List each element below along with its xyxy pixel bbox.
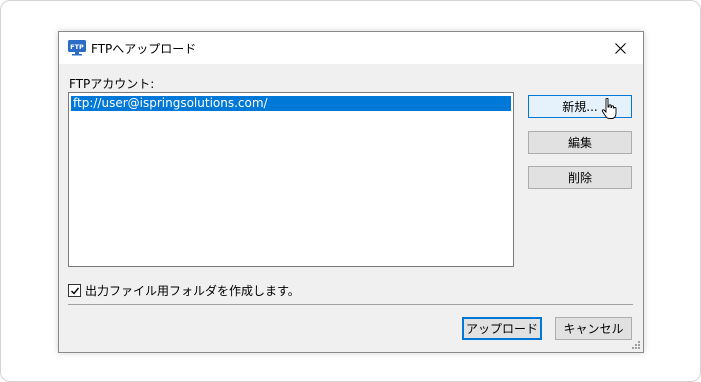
ftp-account-label: FTPアカウント: [69, 77, 155, 91]
create-folder-option[interactable]: 出力ファイル用フォルダを作成します。 [68, 282, 300, 299]
cancel-button[interactable]: キャンセル [555, 317, 632, 340]
close-button[interactable] [597, 32, 643, 64]
svg-text:FTP: FTP [70, 43, 84, 51]
ftp-upload-dialog: FTP FTPへアップロード FTPアカウント: ftp://user@ispr… [58, 31, 644, 353]
window-title: FTPへアップロード [91, 42, 197, 56]
close-icon [614, 42, 626, 54]
mouse-pointer-icon [601, 98, 617, 119]
delete-button[interactable]: 削除 [528, 166, 632, 189]
checkmark-icon [70, 287, 79, 295]
list-item[interactable]: ftp://user@ispringsolutions.com/ [71, 96, 511, 111]
screenshot-frame: FTP FTPへアップロード FTPアカウント: ftp://user@ispr… [0, 0, 701, 382]
ftp-account-list[interactable]: ftp://user@ispringsolutions.com/ [68, 92, 514, 267]
create-folder-label: 出力ファイル用フォルダを作成します。 [85, 284, 300, 298]
footer-separator [68, 304, 633, 305]
create-folder-checkbox[interactable] [68, 284, 81, 297]
title-bar[interactable]: FTP FTPへアップロード [59, 32, 643, 64]
edit-button[interactable]: 編集 [528, 131, 632, 154]
upload-button[interactable]: アップロード [462, 317, 542, 340]
resize-grip-icon[interactable] [631, 340, 641, 350]
ftp-icon: FTP [68, 40, 86, 56]
